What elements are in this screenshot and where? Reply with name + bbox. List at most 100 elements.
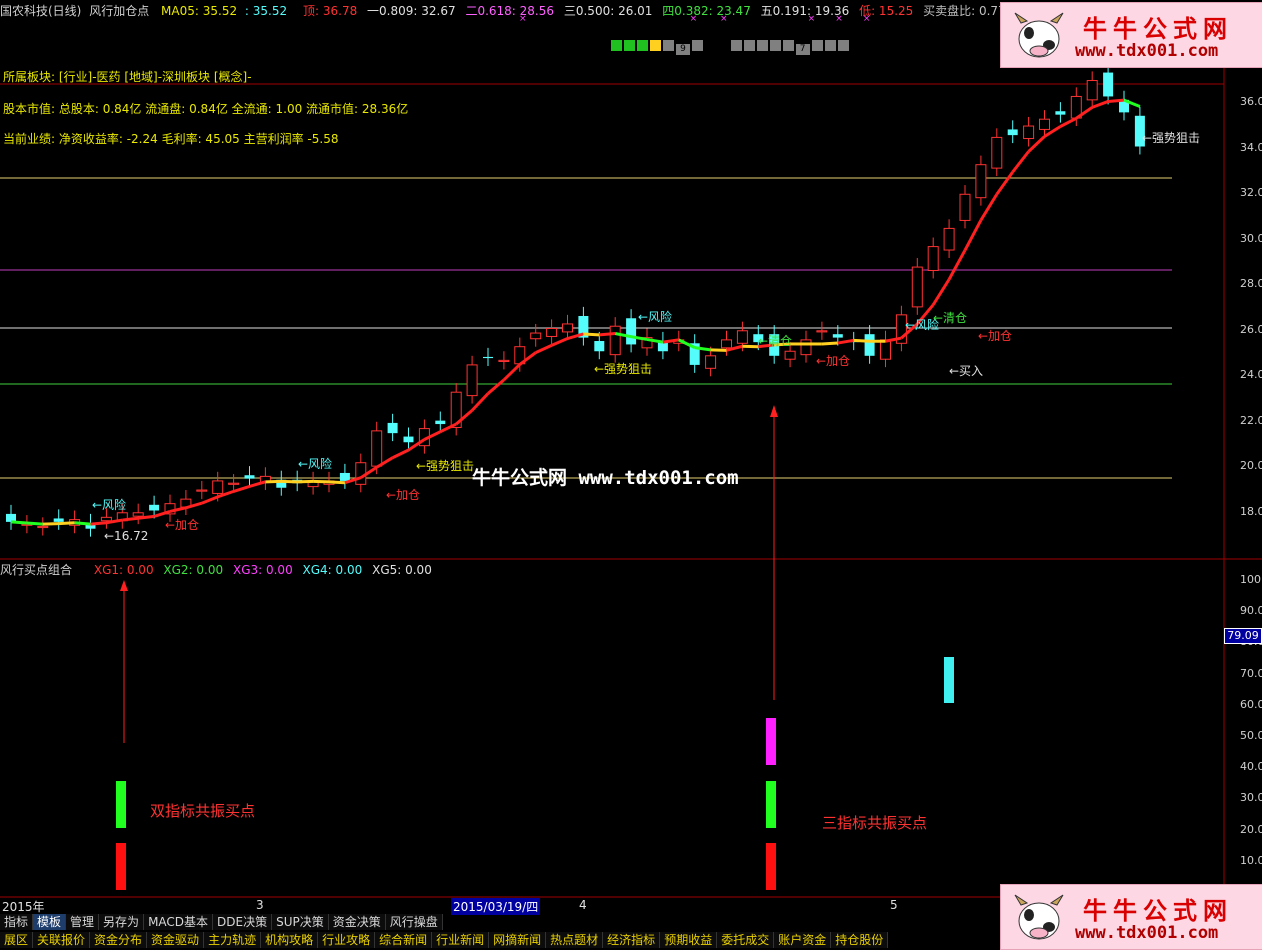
toolbar1-btn[interactable]: 模板 xyxy=(33,914,67,930)
toolbar2-btn[interactable]: 展区 xyxy=(0,932,34,948)
candle-body xyxy=(1023,125,1035,140)
progress-a: 9 xyxy=(676,44,690,55)
ma-segment xyxy=(599,332,616,337)
toolbar2-btn[interactable]: 主力轨迹 xyxy=(204,932,262,948)
logo-bottom: 牛牛公式网 www.tdx001.com xyxy=(1000,884,1262,950)
candle-body xyxy=(530,332,542,340)
candle-body xyxy=(721,339,732,349)
timeline-m4: 4 xyxy=(579,898,587,912)
toolbar2-btn[interactable]: 网摘新闻 xyxy=(489,932,547,948)
indicator-name[interactable]: 风行加仓点 xyxy=(89,4,149,18)
logo-top-url: www.tdx001.com xyxy=(1075,41,1219,61)
candle-body xyxy=(943,227,955,251)
candle-body xyxy=(100,516,112,522)
annot-resist-2: ←强势狙击 xyxy=(594,362,653,376)
toolbar2-btn[interactable]: 行业攻略 xyxy=(318,932,376,948)
capital-info: 股本市值: 总股本: 0.84亿 流通盘: 0.84亿 全流通: 1.00 流通… xyxy=(3,102,409,116)
price-tick: 26.0 xyxy=(1240,322,1262,336)
ma-segment xyxy=(821,341,838,346)
info-toolbar: 展区 关联报价 资金分布 资金驱动 主力轨迹 机构攻略 行业攻略 综合新闻 行业新闻 网摘新闻 热点… xyxy=(0,932,889,949)
logo-bottom-url: www.tdx001.com xyxy=(1075,923,1219,943)
price-tick: 22.0 xyxy=(1240,413,1262,427)
note-double-resonance: 双指标共振买点 xyxy=(150,802,256,820)
annot-risk-3: ←风险 xyxy=(638,310,673,324)
signal-bar xyxy=(116,781,126,828)
signal-bar xyxy=(766,781,776,828)
stock-name[interactable]: 国农科技(日线) xyxy=(0,4,81,18)
xg5-value: XG5: 0.00 xyxy=(372,563,432,577)
toolbar1-btn[interactable]: SUP决策 xyxy=(272,914,329,930)
ma-segment xyxy=(1107,98,1125,103)
candle-body xyxy=(212,480,224,494)
candle-body xyxy=(371,430,383,467)
toolbar2-btn[interactable]: 持仓股份 xyxy=(831,932,889,948)
candle-body xyxy=(1103,72,1114,97)
candle-body xyxy=(1007,129,1018,136)
ma-segment xyxy=(931,278,951,306)
ma-segment xyxy=(201,495,219,505)
toolbar2-btn[interactable]: 关联报价 xyxy=(33,932,91,948)
candle-body xyxy=(1055,111,1066,115)
toolbar2-btn[interactable]: 经济指标 xyxy=(603,932,661,948)
sector-info: 所属板块: [行业]-医药 [地域]-深圳板块 [概念]- xyxy=(3,70,252,84)
candle-body xyxy=(784,350,796,360)
toolbar2-btn[interactable]: 资金驱动 xyxy=(147,932,205,948)
toolbar1-btn[interactable]: 资金决策 xyxy=(328,914,386,930)
price-tick: 20.0 xyxy=(1240,459,1262,472)
current-value-tag: 79.09 xyxy=(1224,628,1262,644)
annot-resist-1: ←强势狙击 xyxy=(416,459,475,473)
toolbar2-btn[interactable]: 委托成交 xyxy=(717,932,775,948)
xg3-value: XG3: 0.00 xyxy=(232,563,293,577)
toolbar1-btn[interactable]: MACD基本 xyxy=(144,914,214,930)
cow-icon xyxy=(1014,894,1064,940)
fib-top: 顶: 36.78 xyxy=(303,4,358,18)
toolbar1-btn[interactable]: 另存为 xyxy=(99,914,145,930)
toolbar1-btn[interactable]: 管理 xyxy=(66,914,100,930)
candle-body xyxy=(626,318,637,345)
candle-body xyxy=(228,482,240,485)
watermark-text: 牛牛公式网 www.tdx001.com xyxy=(472,467,739,489)
candle-body xyxy=(483,356,493,359)
toolbar2-btn[interactable]: 预期收益 xyxy=(660,932,718,948)
sub-title[interactable]: 风行买点组合 xyxy=(0,563,72,577)
toolbar2-btn[interactable]: 行业新闻 xyxy=(432,932,490,948)
logo-top-title: 牛牛公式网 xyxy=(1083,14,1233,43)
candle-body xyxy=(403,436,414,443)
ma-segment xyxy=(963,219,983,251)
signal-bar xyxy=(766,843,776,890)
timeline-m3: 3 xyxy=(256,898,264,912)
candle-body xyxy=(546,328,558,337)
xg4-value: XG4: 0.00 xyxy=(302,563,363,577)
candle-body xyxy=(800,339,812,356)
ma-segment xyxy=(138,514,155,520)
ma-label: MA05: 35.52 xyxy=(161,4,238,18)
toolbar2-btn[interactable]: 机构攻略 xyxy=(261,932,319,948)
signal-bar xyxy=(944,657,954,703)
ma-segment xyxy=(551,337,569,347)
ma-segment xyxy=(74,521,91,526)
toolbar2-btn[interactable]: 资金分布 xyxy=(90,932,148,948)
sub-tick: 40.0 xyxy=(1240,760,1262,774)
fib-1: 一0.809: 32.67 xyxy=(367,4,456,18)
candle-body xyxy=(339,472,350,481)
toolbar2-btn[interactable]: 综合新闻 xyxy=(375,932,433,948)
toolbar2-btn[interactable]: 账户资金 xyxy=(774,932,832,948)
ma-segment xyxy=(837,338,854,345)
price-tick: 18.0 xyxy=(1240,504,1262,518)
ma-segment xyxy=(1011,150,1030,173)
toolbar1-btn[interactable]: 风行操盘 xyxy=(385,914,443,930)
candle-body xyxy=(435,420,446,425)
toolbar1-btn[interactable]: DDE决策 xyxy=(213,914,273,930)
candle-body xyxy=(594,341,605,352)
candle-body xyxy=(991,136,1003,169)
indicator-toolbar: 指标 模板 管理 另存为 MACD基本 DDE决策 SUP决策 资金决策 风行操盘 xyxy=(0,914,443,931)
candle-body xyxy=(562,323,573,333)
sub-tick: 10.0 xyxy=(1240,853,1262,867)
sub-tick: 60.0 xyxy=(1240,697,1262,711)
candle-body xyxy=(832,334,843,338)
candle-body xyxy=(911,266,923,308)
ma-segment xyxy=(328,480,345,485)
candle-body xyxy=(880,339,891,360)
toolbar2-btn[interactable]: 热点题材 xyxy=(546,932,604,948)
toolbar1-btn[interactable]: 指标 xyxy=(0,914,34,930)
